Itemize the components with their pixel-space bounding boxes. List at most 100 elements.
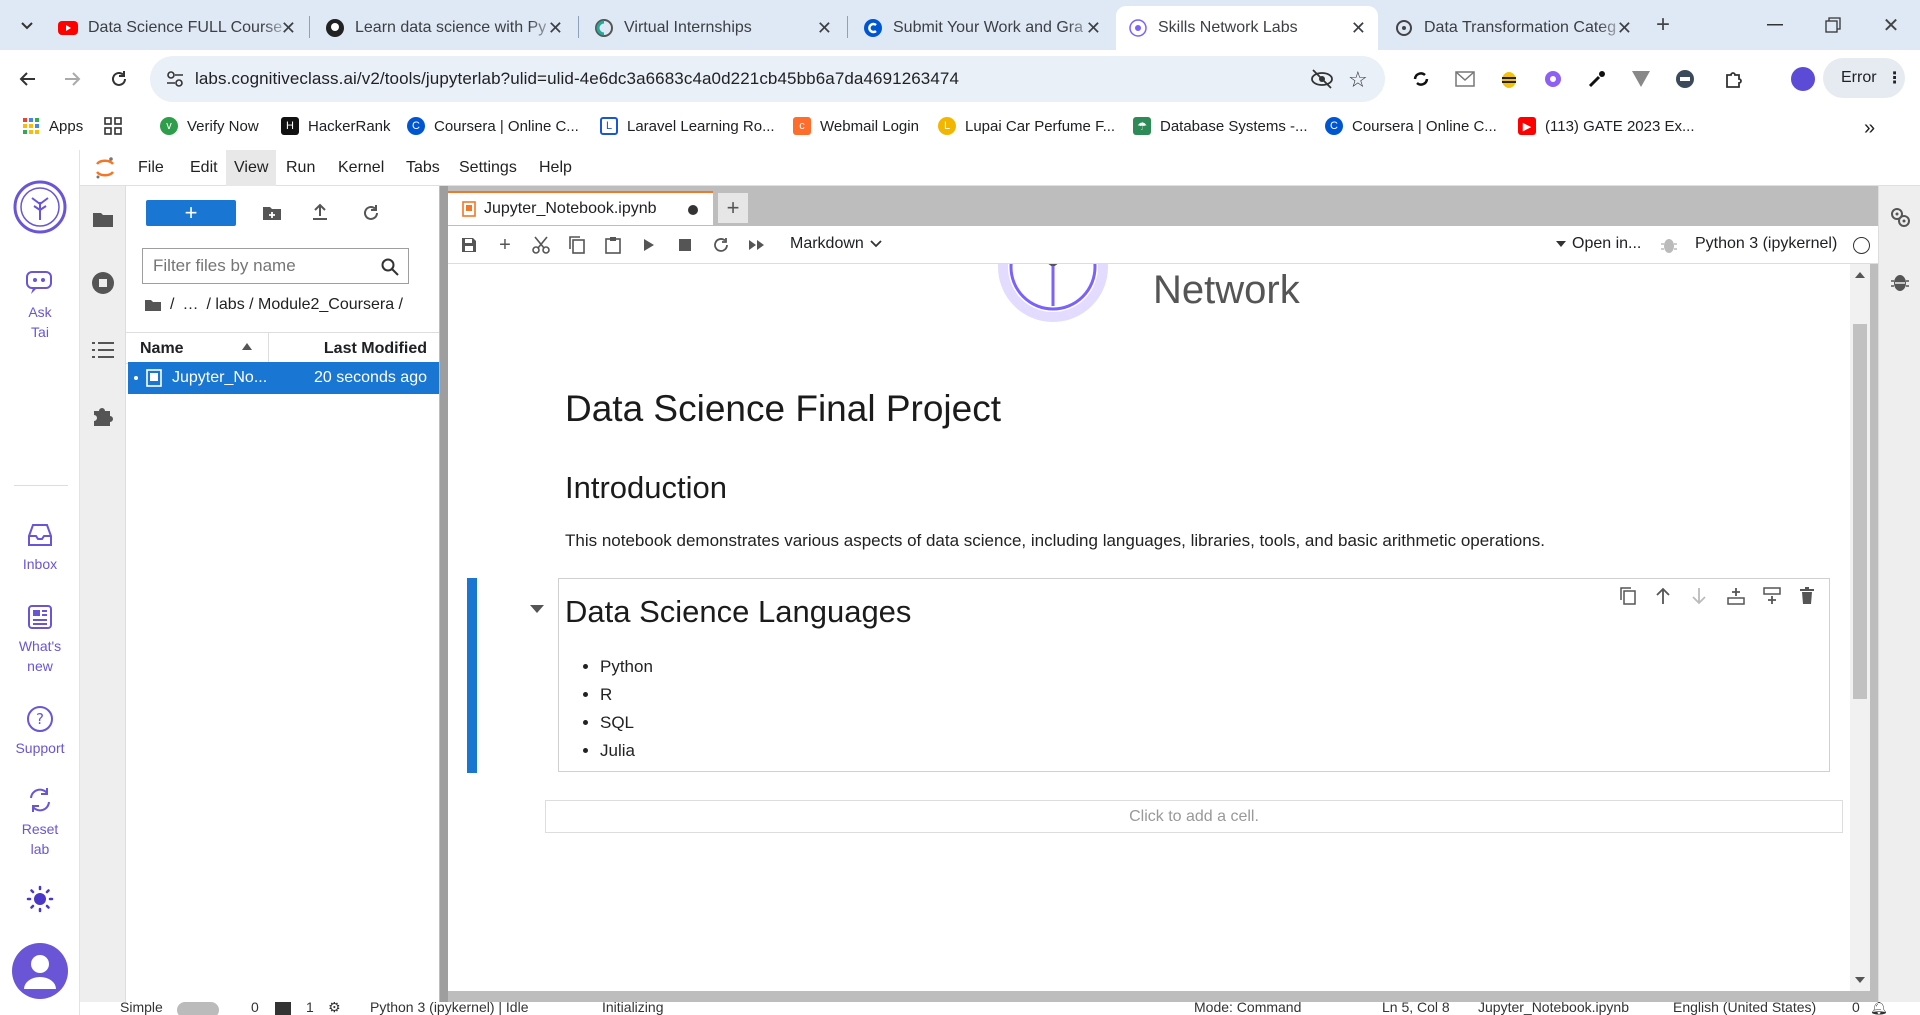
save-icon[interactable] <box>458 234 480 256</box>
bookmark-database-systems[interactable]: ☂ Database Systems -... <box>1133 117 1308 135</box>
support-button[interactable]: ? Support <box>0 702 80 758</box>
spellcheck-language[interactable]: English (United States) <box>1673 1002 1816 1015</box>
collapse-caret-icon[interactable] <box>530 605 544 613</box>
bookmark-coursera-2[interactable]: C Coursera | Online C... <box>1325 117 1497 135</box>
mail-extension-icon[interactable] <box>1450 64 1480 94</box>
breadcrumb-path[interactable]: / labs / Module2_Coursera / <box>206 296 403 314</box>
new-folder-icon[interactable] <box>262 204 282 222</box>
bookmark-star-icon[interactable]: ☆ <box>1348 67 1368 93</box>
close-tab-icon[interactable]: ✕ <box>1351 18 1366 39</box>
browser-tab[interactable]: Virtual Internships ✕ <box>582 6 844 50</box>
paste-icon[interactable] <box>602 234 624 256</box>
scroll-down-arrow[interactable] <box>1855 977 1865 983</box>
move-up-icon[interactable] <box>1655 587 1671 605</box>
run-icon[interactable] <box>638 234 660 256</box>
refresh-icon[interactable] <box>362 204 380 222</box>
bookmark-webmail[interactable]: c Webmail Login <box>793 117 919 135</box>
bookmark-gate[interactable]: ▶ (113) GATE 2023 Ex... <box>1518 117 1695 135</box>
notebook-mode[interactable]: Mode: Command <box>1194 1002 1301 1015</box>
home-folder-icon[interactable] <box>144 298 162 312</box>
debugger-bug-icon[interactable] <box>1661 236 1677 254</box>
menu-tabs[interactable]: Tabs <box>398 150 448 186</box>
notebook-scrollbar[interactable] <box>1850 264 1870 991</box>
running-sessions-icon[interactable] <box>88 268 118 298</box>
file-list-item[interactable]: Jupyter_No... 20 seconds ago <box>128 362 439 394</box>
simple-mode-toggle[interactable] <box>177 1002 219 1015</box>
browser-tab-active[interactable]: Skills Network Labs ✕ <box>1116 6 1378 50</box>
browser-tab[interactable]: Submit Your Work and Gra ✕ <box>851 6 1113 50</box>
reset-lab-button[interactable]: Reset lab <box>0 783 80 859</box>
insert-below-icon[interactable] <box>1763 587 1781 605</box>
menu-file[interactable]: File <box>130 150 172 186</box>
extension-manager-icon[interactable] <box>88 401 118 431</box>
file-filter-input[interactable] <box>142 248 409 284</box>
unsaved-dot-icon[interactable] <box>688 205 698 215</box>
bookmark-laravel[interactable]: L Laravel Learning Ro... <box>600 117 775 135</box>
close-tab-icon[interactable]: ✕ <box>548 18 563 39</box>
delete-cell-icon[interactable] <box>1800 587 1814 605</box>
minimize-icon[interactable] <box>1760 10 1790 40</box>
user-account-button[interactable] <box>0 943 80 1001</box>
kernel-status-text[interactable]: Python 3 (ipykernel) | Idle <box>370 1002 529 1015</box>
column-modified-header[interactable]: Last Modified <box>324 340 427 358</box>
notification-count[interactable]: 0 <box>1852 1002 1860 1015</box>
bee-extension-icon[interactable] <box>1494 64 1524 94</box>
profile-error-button[interactable]: Error ⋮ <box>1823 58 1905 98</box>
close-tab-icon[interactable]: ✕ <box>281 18 296 39</box>
new-tab-icon[interactable]: + <box>1648 10 1678 40</box>
insert-cell-icon[interactable]: + <box>494 234 516 256</box>
column-name-header[interactable]: Name <box>140 340 184 358</box>
reload-icon[interactable] <box>104 64 134 94</box>
inbox-button[interactable]: Inbox <box>0 518 80 574</box>
restart-kernel-icon[interactable] <box>710 234 732 256</box>
vuetify-extension-icon[interactable] <box>1626 64 1656 94</box>
more-bookmarks-icon[interactable]: » <box>1864 117 1875 140</box>
breadcrumb-root[interactable]: / <box>170 296 174 314</box>
copy-icon[interactable] <box>566 234 588 256</box>
bookmark-apps[interactable]: Apps <box>22 117 83 135</box>
skills-network-logo[interactable] <box>0 180 80 236</box>
panel-splitter[interactable] <box>440 186 448 1015</box>
open-in-dropdown[interactable]: Open in... <box>1556 235 1641 253</box>
menu-run[interactable]: Run <box>278 150 323 186</box>
kernel-name[interactable]: Python 3 (ipykernel) <box>1695 235 1837 253</box>
extensions-puzzle-icon[interactable] <box>1720 64 1750 94</box>
bookmark-verify-now[interactable]: v Verify Now <box>160 117 259 135</box>
site-info-icon[interactable] <box>166 70 184 88</box>
shield-extension-icon[interactable] <box>1670 64 1700 94</box>
table-of-contents-icon[interactable] <box>88 335 118 365</box>
theme-toggle-button[interactable] <box>0 882 80 918</box>
cut-icon[interactable] <box>530 234 552 256</box>
eye-off-icon[interactable] <box>1310 68 1334 90</box>
scrollbar-thumb[interactable] <box>1853 324 1867 699</box>
close-tab-icon[interactable]: ✕ <box>1617 18 1632 39</box>
browser-tab[interactable]: Data Science FULL Course ✕ <box>46 6 308 50</box>
bookmark-lupai[interactable]: L Lupai Car Perfume F... <box>938 117 1115 135</box>
bookmark-coursera[interactable]: C Coursera | Online C... <box>407 117 579 135</box>
tab-search-icon[interactable] <box>12 10 42 40</box>
bookmark-hackerrank[interactable]: H HackerRank <box>281 117 391 135</box>
bell-icon[interactable]: 🔔︎ <box>1870 1002 1888 1015</box>
upload-icon[interactable] <box>312 203 328 221</box>
active-cell-indicator[interactable] <box>467 578 477 773</box>
breadcrumb-ellipsis[interactable]: … <box>182 296 198 314</box>
new-tab-plus-button[interactable]: + <box>718 193 748 223</box>
fast-forward-icon[interactable] <box>746 234 768 256</box>
cursor-position[interactable]: Ln 5, Col 8 <box>1382 1002 1450 1015</box>
back-icon[interactable] <box>12 64 42 94</box>
scroll-up-arrow[interactable] <box>1855 272 1865 278</box>
close-window-icon[interactable]: ✕ <box>1876 10 1906 40</box>
property-inspector-icon[interactable] <box>1889 206 1911 228</box>
cell-type-dropdown[interactable]: Markdown <box>790 235 882 253</box>
forward-icon[interactable] <box>58 64 88 94</box>
browser-tab[interactable]: Data Transformation Categ ✕ <box>1382 6 1644 50</box>
menu-view[interactable]: View <box>226 150 277 186</box>
menu-help[interactable]: Help <box>531 150 580 186</box>
restore-icon[interactable] <box>1818 10 1848 40</box>
insert-above-icon[interactable] <box>1727 587 1745 605</box>
menu-kernel[interactable]: Kernel <box>330 150 392 186</box>
extension-sync-icon[interactable] <box>1406 64 1436 94</box>
menu-settings[interactable]: Settings <box>451 150 525 186</box>
notebook-document-tab[interactable]: Jupyter_Notebook.ipynb <box>448 191 713 225</box>
tab-groups-icon[interactable] <box>104 117 122 135</box>
